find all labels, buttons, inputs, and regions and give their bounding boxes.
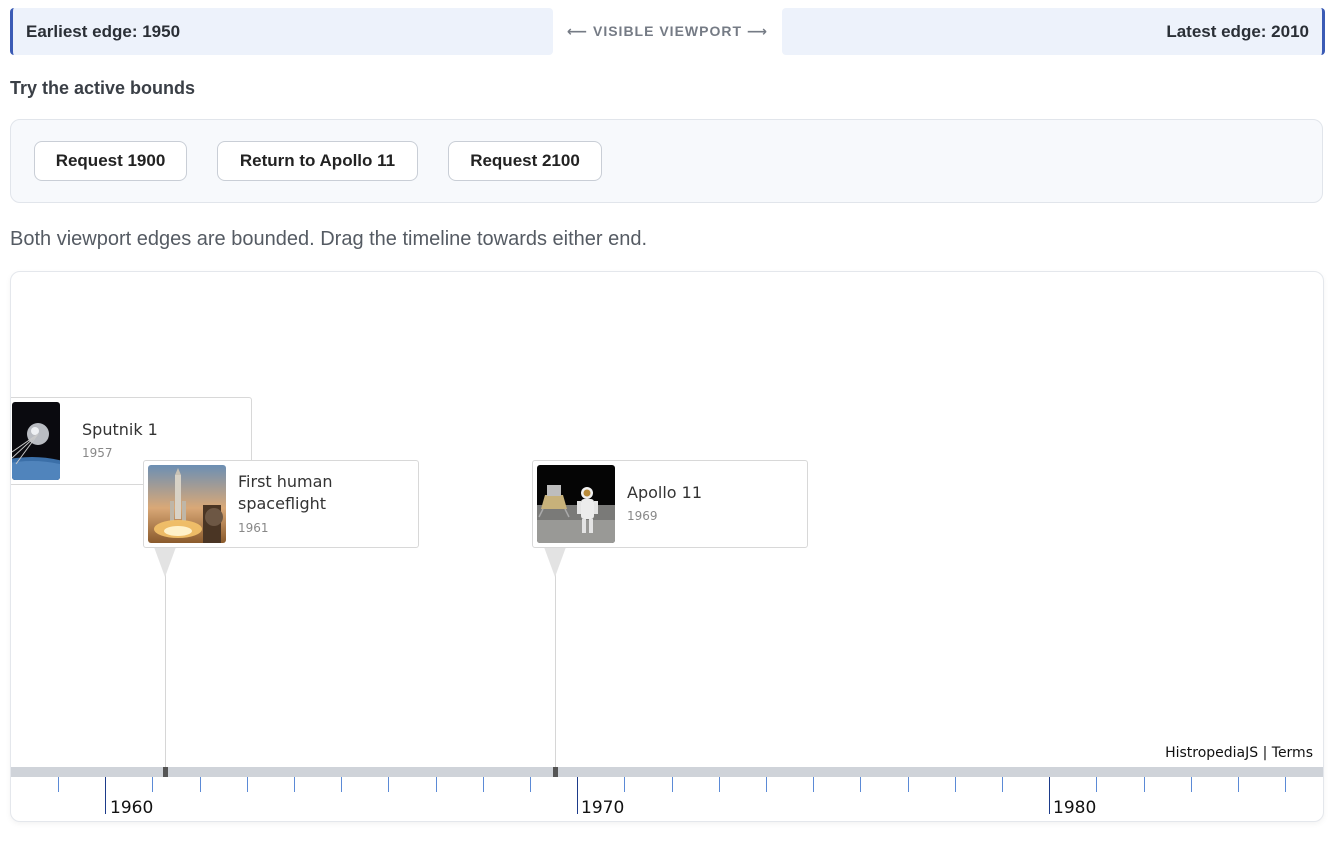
axis-minor-tick [1002,777,1003,792]
axis-minor-tick [908,777,909,792]
axis-minor-tick [388,777,389,792]
axis-minor-tick [341,777,342,792]
axis-minor-tick [1096,777,1097,792]
status-message: Both viewport edges are bounded. Drag th… [10,228,648,250]
axis-minor-tick [294,777,295,792]
axis-label-1970: 1970 [581,798,625,818]
event-marker-first-spaceflight [163,767,168,777]
event-title: Apollo 11 [627,483,703,502]
viewport-edges: Earliest edge: 1950 ⟵ VISIBLE VIEWPORT ⟶… [10,8,1325,55]
axis-minor-tick [813,777,814,792]
axis-minor-tick [955,777,956,792]
axis-minor-tick [247,777,248,792]
axis-major-tick [577,777,578,814]
request-1900-button[interactable]: Request 1900 [34,141,187,181]
axis-minor-tick [624,777,625,792]
event-stem-first-spaceflight [165,547,166,767]
axis-label-1960: 1960 [110,798,154,818]
axis-minor-tick [672,777,673,792]
axis-major-tick [1049,777,1050,814]
latest-edge-indicator: Latest edge: 2010 [782,8,1325,55]
axis-minor-tick [1285,777,1286,792]
event-card-first-human-spaceflight[interactable]: First human spaceflight 1961 [143,460,419,548]
event-card-apollo-11[interactable]: Apollo 11 1969 [532,460,808,548]
axis-minor-tick [1191,777,1192,792]
event-year: 1961 [238,521,269,535]
event-pointer-apollo-11 [544,547,566,577]
axis-minor-tick [766,777,767,792]
axis-minor-tick [483,777,484,792]
timeline-canvas[interactable]: Sputnik 1 1957 First human spaceflight 1… [10,271,1324,822]
event-title: First human spaceflight [238,472,333,513]
sputnik-thumbnail [12,402,60,480]
event-year: 1969 [627,509,658,523]
return-apollo-11-button[interactable]: Return to Apollo 11 [217,141,418,181]
earliest-edge-indicator: Earliest edge: 1950 [10,8,553,55]
axis-minor-tick [530,777,531,792]
event-marker-apollo-11 [553,767,558,777]
vostok-launch-thumbnail [148,465,226,543]
button-panel: Request 1900 Return to Apollo 11 Request… [10,119,1323,203]
visible-viewport-label: ⟵ VISIBLE VIEWPORT ⟶ [567,23,768,39]
event-stem-apollo-11 [555,547,556,767]
event-year: 1957 [82,446,113,460]
axis-minor-tick [719,777,720,792]
controls-title: Try the active bounds [10,78,196,98]
request-2100-button[interactable]: Request 2100 [448,141,602,181]
axis-minor-tick [860,777,861,792]
axis-minor-tick [58,777,59,792]
histropedia-credit-link[interactable]: HistropediaJS | Terms [1165,745,1313,761]
event-title: Sputnik 1 [82,420,158,439]
timeline-axis-band[interactable] [11,767,1323,777]
axis-minor-tick [1238,777,1239,792]
axis-minor-tick [1144,777,1145,792]
apollo-11-thumbnail [537,465,615,543]
axis-minor-tick [436,777,437,792]
axis-minor-tick [152,777,153,792]
event-pointer-first-spaceflight [154,547,176,577]
axis-label-1980: 1980 [1053,798,1097,818]
axis-major-tick [105,777,106,814]
axis-minor-tick [200,777,201,792]
